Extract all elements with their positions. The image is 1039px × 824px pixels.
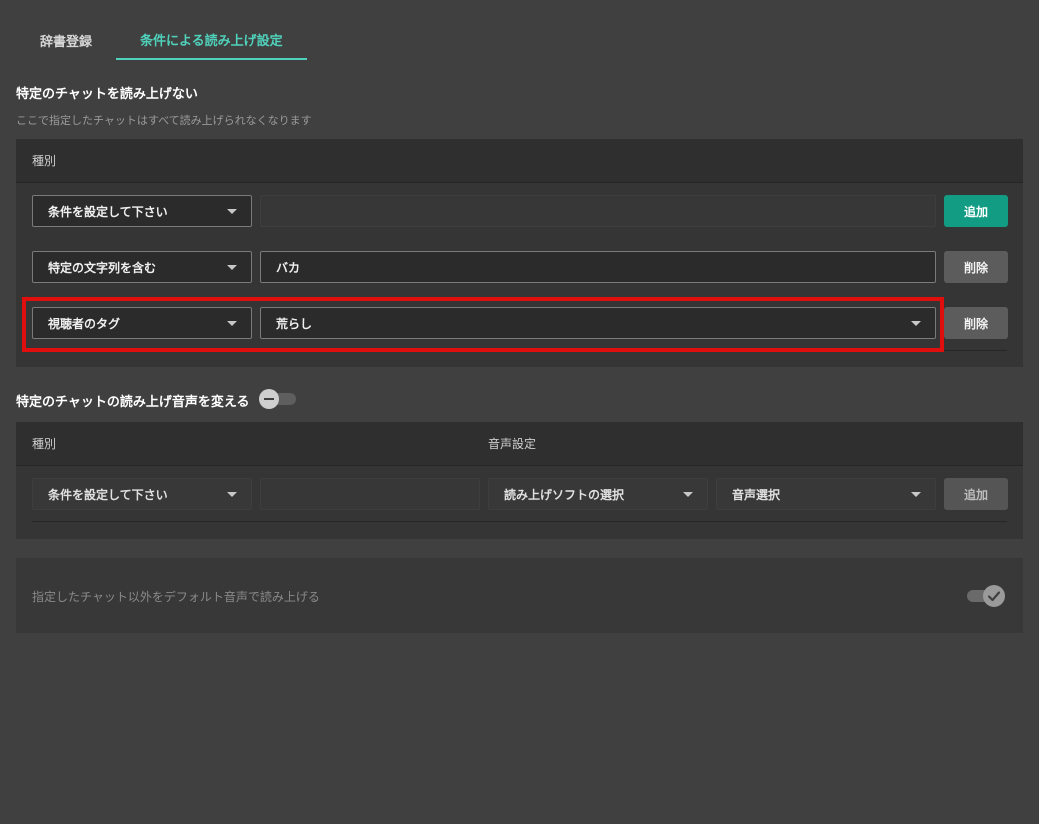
voice-change-toggle[interactable]: [259, 389, 297, 409]
add-button[interactable]: 追加: [944, 478, 1008, 510]
default-voice-label: 指定したチャット以外をデフォルト音声で読み上げる: [32, 590, 320, 604]
chevron-down-icon: [683, 492, 693, 497]
panel-header: 種別: [16, 139, 1023, 183]
voice-value: 音声選択: [732, 487, 781, 502]
toggle-knob: [983, 585, 1005, 607]
condition-type-select[interactable]: 特定の文字列を含む: [32, 251, 252, 283]
chevron-down-icon: [227, 492, 237, 497]
chevron-down-icon: [227, 265, 237, 270]
new-condition-row: 条件を設定して下さい 追加: [32, 195, 1008, 227]
section-title-mute: 特定のチャットを読み上げない: [16, 87, 198, 102]
tab-dictionary[interactable]: 辞書登録: [16, 20, 116, 60]
header-voice-label: 音声設定: [488, 437, 537, 451]
condition-type-value: 条件を設定して下さい: [48, 204, 168, 219]
condition-value-text: バカ: [276, 260, 301, 275]
condition-type-value: 条件を設定して下さい: [48, 487, 168, 502]
condition-value-input[interactable]: [260, 478, 480, 510]
toggle-knob: [259, 389, 279, 409]
delete-button[interactable]: 削除: [944, 307, 1008, 339]
check-icon: [987, 591, 1001, 602]
condition-type-value: 特定の文字列を含む: [48, 260, 157, 275]
condition-row: 特定の文字列を含む バカ 削除: [32, 251, 1008, 283]
chevron-down-icon: [227, 209, 237, 214]
add-button[interactable]: 追加: [944, 195, 1008, 227]
tts-software-select[interactable]: 読み上げソフトの選択: [488, 478, 708, 510]
chevron-down-icon: [911, 492, 921, 497]
section-description-mute: ここで指定したチャットはすべて読み上げられなくなります: [16, 114, 312, 127]
tts-software-value: 読み上げソフトの選択: [504, 487, 625, 502]
default-voice-panel: 指定したチャット以外をデフォルト音声で読み上げる: [16, 558, 1023, 633]
condition-value-input[interactable]: [260, 195, 936, 227]
new-voice-condition-row: 条件を設定して下さい 読み上げソフトの選択 音声選択 追加: [32, 478, 1008, 510]
condition-type-select[interactable]: 条件を設定して下さい: [32, 195, 252, 227]
condition-value-input[interactable]: バカ: [260, 251, 936, 283]
voice-select[interactable]: 音声選択: [716, 478, 936, 510]
header-type-label: 種別: [32, 437, 57, 451]
panel-header: 種別 音声設定: [16, 422, 1023, 466]
minus-icon: [264, 398, 274, 400]
delete-button[interactable]: 削除: [944, 251, 1008, 283]
tab-bar: 辞書登録 条件による読み上げ設定: [16, 20, 307, 60]
tab-conditional-reading[interactable]: 条件による読み上げ設定: [116, 20, 307, 60]
section-title-voice: 特定のチャットの読み上げ音声を変える: [16, 395, 250, 410]
header-type-label: 種別: [32, 154, 57, 168]
divider: [32, 521, 1007, 522]
voice-conditions-panel: 種別 音声設定 条件を設定して下さい 読み上げソフトの選択 音声選択 追加: [16, 422, 1023, 539]
default-voice-toggle[interactable]: [967, 585, 1005, 607]
highlight-box: [22, 297, 944, 352]
condition-type-select[interactable]: 条件を設定して下さい: [32, 478, 252, 510]
